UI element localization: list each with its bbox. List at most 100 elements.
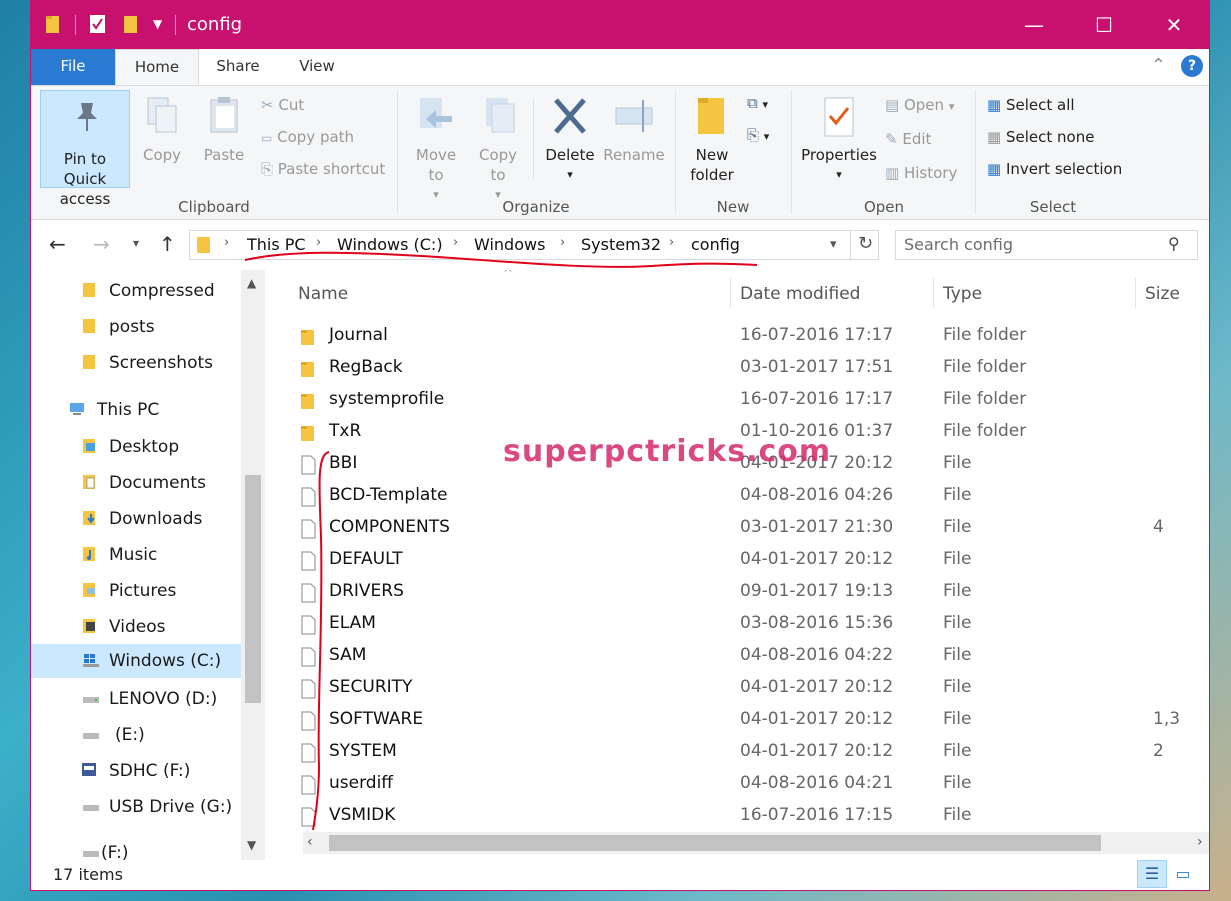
nav-item-e[interactable]: (E:)	[31, 718, 241, 752]
column-header-name[interactable]: Name	[298, 284, 348, 304]
pin-to-quick-access-button[interactable]: Pin to Quick access	[40, 90, 130, 208]
minimize-button[interactable]: —	[999, 1, 1069, 49]
file-type: File	[943, 517, 972, 537]
column-separator[interactable]	[1135, 278, 1136, 308]
nav-item-screenshots[interactable]: Screenshots	[31, 346, 241, 380]
paste-shortcut-label: Paste shortcut	[277, 160, 386, 178]
move-to-label: Move to	[415, 146, 457, 184]
nav-item-f[interactable]: (F:)	[31, 836, 241, 860]
horizontal-scrollbar-thumb[interactable]	[329, 835, 1101, 851]
nav-item-downloads[interactable]: Downloads	[31, 502, 241, 536]
open-button[interactable]: ▤ Open ▾	[885, 96, 954, 114]
drive-icon	[83, 733, 99, 739]
file-list: Name ^ Date modified Type Size Journal 16…	[269, 270, 1209, 860]
new-item-icon: ⧉	[747, 94, 758, 112]
file-row[interactable]: COMPONENTS 03-01-2017 21:30 File 4	[291, 512, 1171, 544]
nav-item-windows-c[interactable]: Windows (C:)	[31, 644, 241, 678]
file-row[interactable]: Journal 16-07-2016 17:17 File folder	[291, 320, 1171, 352]
title-bar: ▼ config — ☐ ✕	[31, 1, 1209, 49]
nav-item-this-pc[interactable]: This PC	[31, 393, 241, 427]
column-header-date[interactable]: Date modified	[740, 284, 860, 304]
copy-to-button[interactable]: Copy to ▾	[471, 96, 525, 205]
file-row[interactable]: VSMIDK 16-07-2016 17:15 File	[291, 800, 1171, 832]
delete-button[interactable]: Delete ▾	[539, 96, 601, 185]
copy-label: Copy	[142, 146, 182, 164]
file-row[interactable]: DEFAULT 04-01-2017 20:12 File	[291, 544, 1171, 576]
scroll-up-icon[interactable]: ▲	[247, 276, 256, 290]
column-separator[interactable]	[933, 278, 934, 308]
large-icons-view-button[interactable]: ▭	[1171, 864, 1195, 884]
history-icon: ▥	[885, 164, 900, 182]
nav-scrollbar[interactable]: ▲ ▼	[241, 270, 265, 860]
refresh-icon[interactable]: ↻	[858, 233, 873, 254]
file-row[interactable]: SAM 04-08-2016 04:22 File	[291, 640, 1171, 672]
explorer-window: ▼ config — ☐ ✕ File Home Share View ⌃ ? …	[30, 0, 1210, 891]
move-to-button[interactable]: Move to ▾	[409, 96, 463, 205]
nav-item-music[interactable]: Music	[31, 538, 241, 572]
search-input[interactable]: Search config ⚲	[895, 230, 1198, 260]
history-button[interactable]: ▥ History	[885, 164, 957, 182]
nav-label: (E:)	[115, 725, 145, 745]
copy-button[interactable]: Copy	[137, 96, 187, 165]
column-header-size[interactable]: Size	[1145, 284, 1180, 304]
new-folder-button[interactable]: New folder	[685, 96, 739, 185]
properties-button[interactable]: Properties ▾	[799, 96, 879, 185]
nav-item-lenovo-d[interactable]: LENOVO (D:)	[31, 682, 241, 716]
recent-locations-icon[interactable]: ▾	[133, 236, 139, 250]
cut-button[interactable]: ✂ Cut	[261, 96, 304, 114]
customize-qat-icon[interactable]: ▼	[153, 17, 162, 31]
tab-view[interactable]: View	[281, 49, 353, 85]
group-label-open: Open	[863, 198, 905, 216]
rename-button[interactable]: Rename	[603, 96, 665, 165]
select-none-button[interactable]: ▦ Select none	[987, 128, 1094, 146]
details-view-button[interactable]: ☰	[1137, 860, 1167, 888]
column-header-type[interactable]: Type	[943, 284, 982, 304]
paste-shortcut-button[interactable]: ⎘ Paste shortcut	[261, 160, 385, 178]
file-row[interactable]: userdiff 04-08-2016 04:21 File	[291, 768, 1171, 800]
file-row[interactable]: RegBack 03-01-2017 17:51 File folder	[291, 352, 1171, 384]
file-row[interactable]: systemprofile 16-07-2016 17:17 File folder	[291, 384, 1171, 416]
edit-button[interactable]: ✎ Edit	[885, 130, 931, 148]
file-row[interactable]: SECURITY 04-01-2017 20:12 File	[291, 672, 1171, 704]
file-row[interactable]: SOFTWARE 04-01-2017 20:12 File 1,3	[291, 704, 1180, 736]
address-dropdown-icon[interactable]: ▾	[830, 237, 837, 252]
select-all-button[interactable]: ▦ Select all	[987, 96, 1075, 114]
nav-item-videos[interactable]: Videos	[31, 610, 241, 644]
nav-item-desktop[interactable]: Desktop	[31, 430, 241, 464]
nav-item-sdhc-f[interactable]: SDHC (F:)	[31, 754, 241, 788]
help-icon[interactable]: ?	[1181, 55, 1203, 77]
new-item-button[interactable]: ⧉ ▾	[747, 94, 768, 112]
tab-share[interactable]: Share	[201, 49, 275, 85]
nav-item-pictures[interactable]: Pictures	[31, 574, 241, 608]
easy-access-button[interactable]: ⎘ ▾	[747, 126, 769, 144]
forward-icon[interactable]: →	[93, 232, 110, 256]
paste-button[interactable]: Paste	[197, 96, 251, 165]
file-row[interactable]: ELAM 03-08-2016 15:36 File	[291, 608, 1171, 640]
back-icon[interactable]: ←	[49, 232, 66, 256]
close-button[interactable]: ✕	[1139, 1, 1209, 49]
nav-item-usb-drive-g[interactable]: USB Drive (G:)	[31, 790, 241, 824]
scroll-left-icon[interactable]: ‹	[307, 834, 313, 850]
scroll-right-icon[interactable]: ›	[1197, 834, 1203, 850]
nav-item-documents[interactable]: Documents	[31, 466, 241, 500]
nav-item-compressed[interactable]: Compressed	[31, 274, 241, 308]
tab-file[interactable]: File	[31, 49, 115, 85]
file-row[interactable]: BCD-Template 04-08-2016 04:26 File	[291, 480, 1171, 512]
collapse-ribbon-icon[interactable]: ⌃	[1151, 55, 1166, 76]
invert-selection-button[interactable]: ▦ Invert selection	[987, 160, 1122, 178]
file-row[interactable]: SYSTEM 04-01-2017 20:12 File 2	[291, 736, 1171, 768]
tab-home[interactable]: Home	[115, 49, 199, 85]
column-separator[interactable]	[730, 278, 731, 308]
nav-item-posts[interactable]: posts	[31, 310, 241, 344]
new-folder-qat-icon[interactable]	[123, 14, 139, 34]
maximize-button[interactable]: ☐	[1069, 1, 1139, 49]
folder-icon[interactable]	[45, 14, 61, 34]
horizontal-scrollbar[interactable]: ‹ ›	[303, 832, 1209, 854]
properties-qat-icon[interactable]	[89, 14, 107, 34]
up-icon[interactable]: ↑	[159, 232, 176, 256]
copy-path-button[interactable]: ▭ Copy path	[261, 128, 354, 146]
nav-scrollbar-thumb[interactable]	[245, 475, 261, 703]
file-row[interactable]: DRIVERS 09-01-2017 19:13 File	[291, 576, 1171, 608]
scroll-down-icon[interactable]: ▼	[247, 838, 256, 852]
item-count: 17 items	[53, 865, 123, 884]
